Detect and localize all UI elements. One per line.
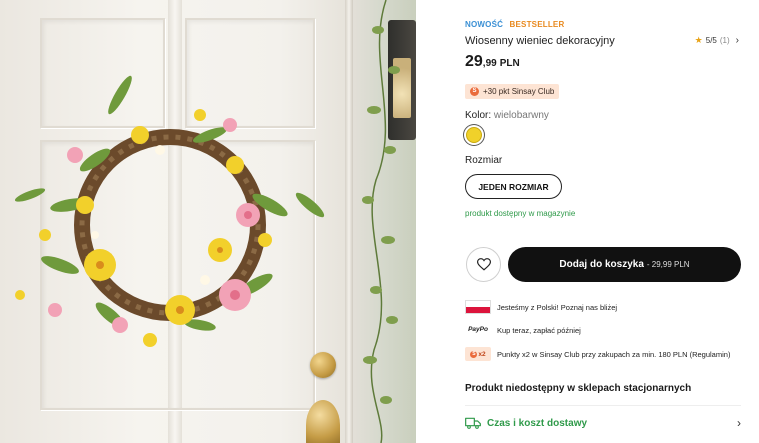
product-price: 29,99 PLN <box>465 53 520 71</box>
x2-points-icon: Sx2 <box>465 347 491 361</box>
wishlist-button[interactable] <box>466 247 501 282</box>
color-value: wielobarwny <box>493 110 549 121</box>
delivery-info-row[interactable]: Czas i koszt dostawy › <box>465 414 741 432</box>
badge-new: NOWOŚĆ <box>465 20 504 29</box>
rating-value: 5/5 <box>705 36 717 45</box>
product-info-panel: NOWOŚĆ BESTSELLER Wiosenny wieniec dekor… <box>416 0 759 443</box>
availability-text: produkt dostępny w magazynie <box>465 209 576 218</box>
chevron-right-icon: › <box>735 35 739 46</box>
feature-club-x2[interactable]: Sx2 Punkty x2 w Sinsay Club przy zakupac… <box>465 347 730 361</box>
door-handle <box>306 400 340 443</box>
club-points-text: +30 pkt Sinsay Club <box>483 87 555 96</box>
price-currency: PLN <box>499 58 520 69</box>
wreath-illustration <box>14 75 325 347</box>
rating-count: (1) <box>719 36 730 45</box>
product-rating[interactable]: ★ 5/5 (1) › <box>695 35 739 46</box>
divider <box>465 405 741 406</box>
add-to-cart-label: Dodaj do koszyka <box>559 259 644 270</box>
product-image[interactable] <box>0 0 416 443</box>
heart-icon <box>476 258 491 271</box>
price-decimal: ,99 <box>482 58 497 69</box>
poland-flag-icon <box>465 300 491 314</box>
ivy-vine <box>362 0 400 443</box>
price-integer: 29 <box>465 53 483 70</box>
chevron-right-icon: › <box>737 416 741 430</box>
truck-icon <box>465 417 481 429</box>
color-swatch[interactable] <box>466 127 482 143</box>
product-page: NOWOŚĆ BESTSELLER Wiosenny wieniec dekor… <box>0 0 759 443</box>
size-option-button[interactable]: JEDEN ROZMIAR <box>465 174 562 199</box>
star-icon: ★ <box>694 35 703 45</box>
product-title: Wiosenny wieniec dekoracyjny <box>465 35 615 47</box>
product-badges: NOWOŚĆ BESTSELLER <box>465 20 564 29</box>
color-label: Kolor: wielobarwny <box>465 110 549 121</box>
add-to-cart-price: - 29,99 PLN <box>646 260 690 269</box>
paypo-icon: PayPo <box>468 326 488 333</box>
feature-made-in-poland[interactable]: Jesteśmy z Polski! Poznaj nas bliżej <box>465 300 617 314</box>
feature-paypo: PayPo Kup teraz, zapłać później <box>465 323 581 337</box>
club-points-badge: S +30 pkt Sinsay Club <box>465 84 560 99</box>
delivery-label: Czas i koszt dostawy <box>487 417 588 429</box>
sinsay-club-icon: S <box>470 87 479 96</box>
store-availability: Produkt niedostępny w sklepach stacjonar… <box>465 383 692 394</box>
badge-bestseller: BESTSELLER <box>509 20 565 29</box>
add-to-cart-button[interactable]: Dodaj do koszyka - 29,99 PLN <box>508 247 741 282</box>
size-label: Rozmiar <box>465 155 503 166</box>
